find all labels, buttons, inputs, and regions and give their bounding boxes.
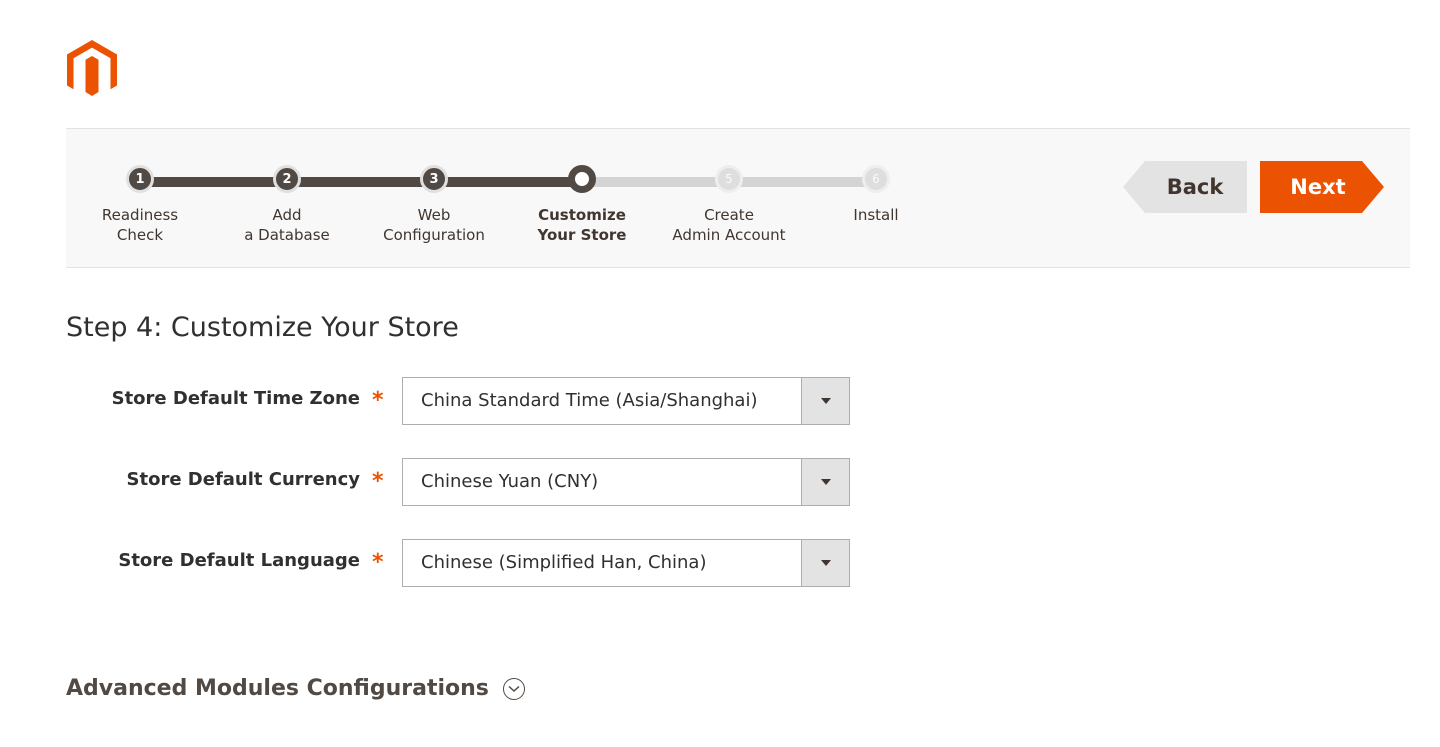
time-zone-select[interactable]: China Standard Time (Asia/Shanghai): [402, 377, 850, 425]
language-value: Chinese (Simplified Han, China): [421, 552, 707, 573]
magento-logo-icon: [67, 40, 117, 96]
currency-field: Store Default Currency * Chinese Yuan (C…: [0, 458, 900, 506]
step-label: Install: [853, 206, 899, 224]
step-marker-current: [568, 165, 596, 193]
required-indicator: *: [372, 388, 384, 413]
step-marker: 2: [273, 165, 301, 193]
back-button[interactable]: Back: [1123, 161, 1247, 213]
currency-value: Chinese Yuan (CNY): [421, 471, 599, 492]
step-marker: 6: [862, 165, 890, 193]
language-label: Store Default Language: [118, 550, 360, 571]
required-indicator: *: [372, 469, 384, 494]
step-label: Add a Database: [244, 206, 330, 244]
step-marker: 5: [715, 165, 743, 193]
language-field: Store Default Language * Chinese (Simpli…: [0, 539, 900, 587]
step-label: Create Admin Account: [672, 206, 786, 244]
step-label: Web Configuration: [383, 206, 485, 244]
step-label: Readiness Check: [101, 206, 179, 244]
dropdown-toggle[interactable]: [801, 378, 849, 424]
advanced-modules-label: Advanced Modules Configurations: [66, 676, 489, 701]
dropdown-toggle[interactable]: [801, 540, 849, 586]
advanced-modules-toggle[interactable]: Advanced Modules Configurations: [66, 676, 525, 701]
dropdown-toggle[interactable]: [801, 459, 849, 505]
wizard-progress-bar: 1 Readiness Check 2 Add a Database 3 Web…: [66, 128, 1410, 268]
step-marker: 1: [126, 165, 154, 193]
time-zone-field: Store Default Time Zone * China Standard…: [0, 377, 900, 425]
required-indicator: *: [372, 550, 384, 575]
step-marker: 3: [420, 165, 448, 193]
caret-down-icon: [820, 398, 831, 404]
step-label: Customize Your Store: [537, 206, 627, 244]
page-title: Step 4: Customize Your Store: [66, 312, 459, 343]
caret-down-icon: [820, 560, 831, 566]
chevron-down-circle-icon[interactable]: [502, 677, 525, 700]
next-button[interactable]: Next: [1260, 161, 1384, 213]
time-zone-label: Store Default Time Zone: [111, 388, 360, 409]
caret-down-icon: [820, 479, 831, 485]
time-zone-value: China Standard Time (Asia/Shanghai): [421, 390, 758, 411]
currency-label: Store Default Currency: [126, 469, 360, 490]
currency-select[interactable]: Chinese Yuan (CNY): [402, 458, 850, 506]
progress-track-completed: [140, 177, 582, 187]
language-select[interactable]: Chinese (Simplified Han, China): [402, 539, 850, 587]
